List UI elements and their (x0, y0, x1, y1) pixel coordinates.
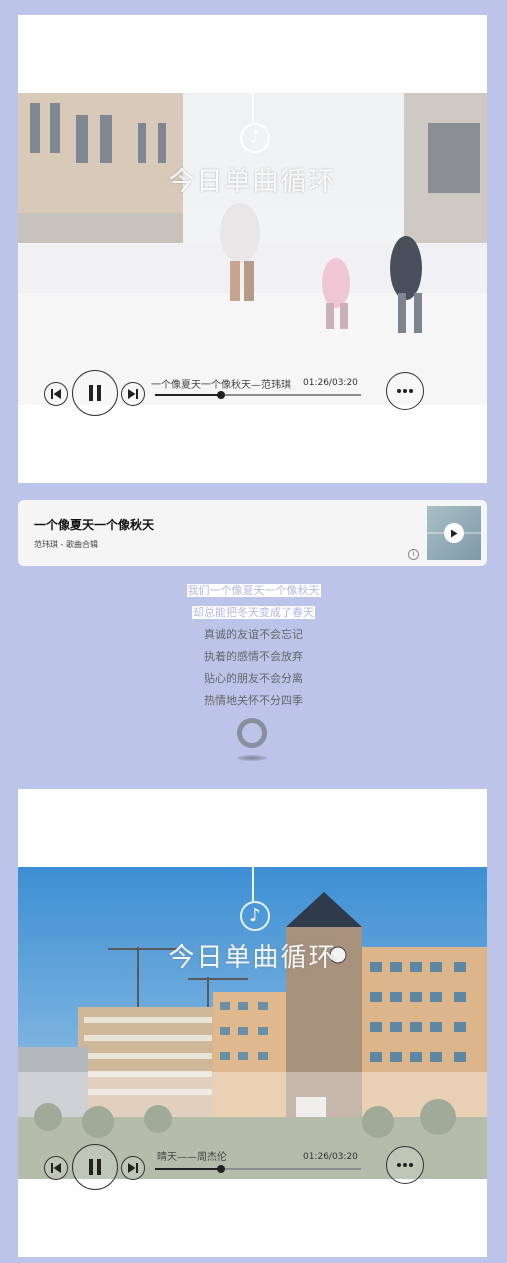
player-controls: 一个像夏天一个像秋天—范玮琪 01:26/03:20 (18, 370, 487, 420)
music-player-card: ♪ 今日单曲循环 一个像夏天一个像秋天—范玮琪 01:26/03:20 (18, 15, 487, 483)
progress-knob[interactable] (216, 1165, 225, 1173)
more-dots-icon (397, 389, 413, 393)
pause-button[interactable] (72, 370, 118, 416)
ring-shadow (237, 755, 267, 761)
player-controls: 晴天——周杰伦 01:26/03:20 (18, 1144, 487, 1194)
lyric-line: 却总能把冬天变成了春天 (192, 606, 315, 619)
hanging-line (252, 867, 254, 901)
headline-text: 今日单曲循环 (168, 943, 337, 973)
play-icon (451, 529, 458, 537)
skip-previous-icon (51, 1163, 61, 1173)
track-title: 晴天——周杰伦 (157, 1152, 227, 1163)
pause-icon (89, 385, 101, 401)
next-button[interactable] (121, 1156, 145, 1180)
song-info-card[interactable]: 一个像夏天一个像秋天 范玮琪 - 歌曲合辑 i (18, 500, 487, 566)
playback-time: 01:26/03:20 (303, 378, 358, 388)
more-options-button[interactable] (386, 1146, 424, 1184)
progress-bar[interactable] (155, 1165, 361, 1173)
more-options-button[interactable] (386, 372, 424, 410)
progress-bar[interactable] (155, 391, 361, 399)
previous-button[interactable] (44, 382, 68, 406)
pause-icon (89, 1159, 101, 1175)
progress-fill (155, 1168, 221, 1170)
lyric-line: 真诚的友谊不会忘记 (204, 628, 303, 641)
next-button[interactable] (121, 382, 145, 406)
music-note-icon: ♪ (240, 901, 270, 931)
progress-knob[interactable] (216, 391, 225, 399)
more-dots-icon (397, 1163, 413, 1167)
progress-fill (155, 394, 221, 396)
info-icon: i (408, 549, 419, 560)
skip-next-icon (128, 1163, 138, 1173)
skip-next-icon (128, 389, 138, 399)
song-artist-album: 范玮琪 - 歌曲合辑 (34, 540, 98, 549)
music-note-icon: ♪ (240, 123, 270, 153)
track-title: 一个像夏天一个像秋天—范玮琪 (151, 380, 291, 391)
lyrics-block: 我们一个像夏天一个像秋天 却总能把冬天变成了春天 真诚的友谊不会忘记 执着的感情… (0, 580, 507, 712)
previous-button[interactable] (44, 1156, 68, 1180)
song-title: 一个像夏天一个像秋天 (34, 518, 155, 532)
headline-text: 今日单曲循环 (168, 167, 337, 197)
playback-time: 01:26/03:20 (303, 1152, 358, 1162)
album-cover[interactable] (427, 506, 481, 560)
hanging-line (252, 93, 254, 123)
music-player-card: ♪ 今日单曲循环 晴天——周杰伦 01:26/03:20 (18, 789, 487, 1257)
ring-decoration-icon (237, 718, 267, 748)
cover-play-button[interactable] (444, 523, 464, 543)
lyric-line: 执着的感情不会放弃 (204, 650, 303, 663)
lyric-line: 热情地关怀不分四季 (204, 694, 303, 707)
pause-button[interactable] (72, 1144, 118, 1190)
lyric-line: 我们一个像夏天一个像秋天 (186, 584, 321, 597)
lyric-line: 贴心的朋友不会分离 (204, 672, 303, 685)
skip-previous-icon (51, 389, 61, 399)
